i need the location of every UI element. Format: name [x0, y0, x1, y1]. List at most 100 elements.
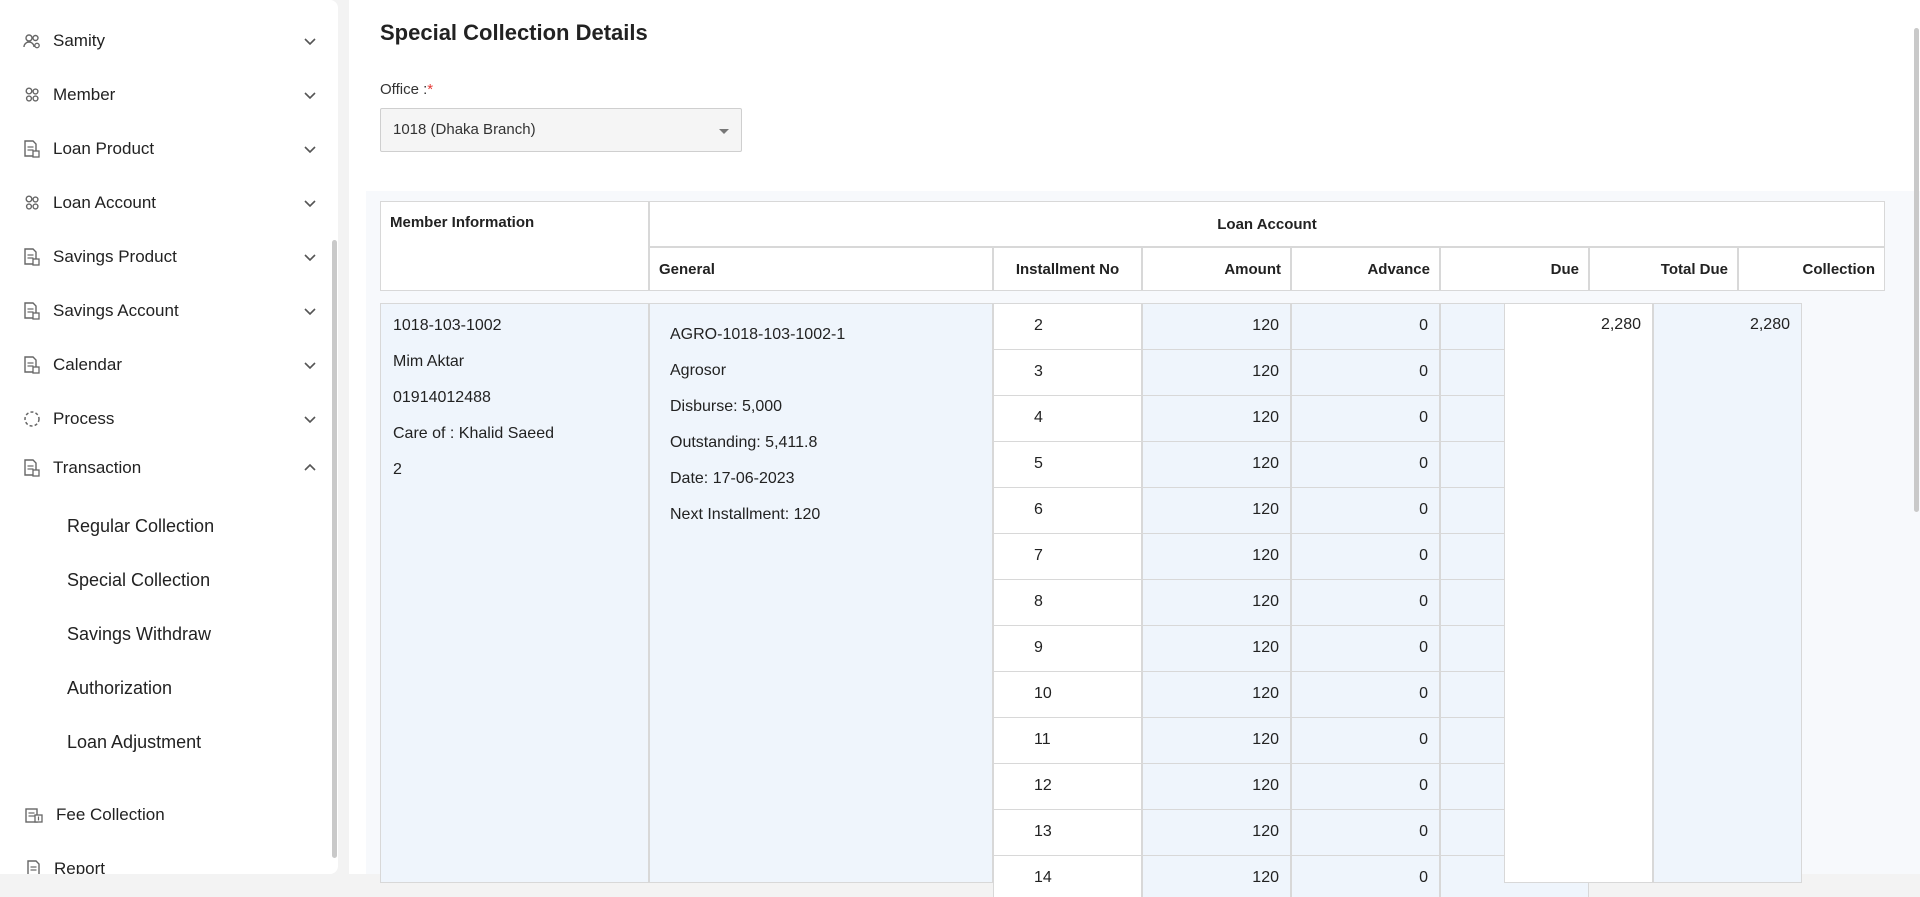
installment-amount-cell: 120	[1142, 809, 1291, 856]
installment-amount: 120	[1252, 363, 1279, 380]
circle-dashed-icon	[22, 409, 42, 429]
installment-no-cell: 13	[993, 809, 1142, 856]
sidebar-item-report[interactable]: Report	[0, 849, 330, 874]
sidebar-item-samity[interactable]: Samity	[0, 21, 330, 61]
installment-no: 13	[1034, 823, 1052, 840]
total-due-value: 2,280	[1600, 316, 1641, 333]
installment-advance-cell: 0	[1291, 717, 1440, 764]
installment-amount-cell: 120	[1142, 625, 1291, 672]
document-icon	[24, 859, 44, 874]
outstanding-amount: Outstanding: 5,411.8	[670, 434, 818, 451]
sidebar-item-process[interactable]: Process	[0, 399, 330, 439]
installment-amount: 120	[1252, 409, 1279, 426]
sidebar-item-label: Transaction	[53, 458, 142, 477]
installment-no: 14	[1034, 869, 1052, 886]
sidebar-item-label: Savings Product	[53, 247, 177, 266]
installment-no-cell: 11	[993, 717, 1142, 764]
sidebar-subitem-savings-withdraw[interactable]: Savings Withdraw	[67, 614, 211, 654]
member-info-cell: 1018-103-1002 Mim Aktar 01914012488 Care…	[380, 303, 649, 883]
installment-advance: 0	[1419, 593, 1428, 610]
installment-no-cell: 3	[993, 349, 1142, 396]
chevron-down-icon[interactable]	[302, 87, 318, 103]
loan-account-no: AGRO-1018-103-1002-1	[670, 326, 846, 343]
member-info-header: Member Information	[380, 201, 649, 291]
installment-no: 5	[1034, 455, 1043, 472]
office-select[interactable]: 1018 (Dhaka Branch)	[380, 108, 742, 152]
installment-advance: 0	[1419, 547, 1428, 564]
total-due-cell: 2,280	[1504, 303, 1653, 883]
member-phone: 01914012488	[393, 389, 491, 406]
installment-amount-cell: 120	[1142, 671, 1291, 718]
installment-no-cell: 10	[993, 671, 1142, 718]
installment-amount: 120	[1252, 639, 1279, 656]
installment-amount-cell: 120	[1142, 349, 1291, 396]
installment-no-cell: 5	[993, 441, 1142, 488]
chevron-down-icon[interactable]	[302, 411, 318, 427]
document-icon	[22, 458, 42, 478]
installment-no-cell: 14	[993, 855, 1142, 897]
sidebar-subitem-authorization[interactable]: Authorization	[67, 668, 172, 708]
sidebar-item-savings-account[interactable]: Savings Account	[0, 291, 330, 331]
installment-amount-cell: 120	[1142, 763, 1291, 810]
loan-product: Agrosor	[670, 362, 727, 379]
installment-amount: 120	[1252, 685, 1279, 702]
chevron-down-icon[interactable]	[302, 33, 318, 49]
fee-collection-icon	[24, 805, 44, 825]
installment-amount-cell: 120	[1142, 533, 1291, 580]
installment-amount: 120	[1252, 455, 1279, 472]
collection-value: 2,280	[1749, 316, 1790, 333]
sidebar-item-loan-product[interactable]: Loan Product	[0, 129, 330, 169]
chevron-down-icon[interactable]	[302, 357, 318, 373]
required-marker: *	[427, 81, 434, 98]
document-icon	[22, 247, 42, 267]
installment-advance-cell: 0	[1291, 441, 1440, 488]
general-cell: AGRO-1018-103-1002-1 Agrosor Disburse: 5…	[649, 303, 993, 883]
sidebar-item-member[interactable]: Member	[0, 75, 330, 115]
installment-no-cell: 6	[993, 487, 1142, 534]
installment-no-cell: 2	[993, 303, 1142, 350]
column-header-general: General	[649, 247, 993, 291]
installment-no-cell: 12	[993, 763, 1142, 810]
sidebar-scrollbar[interactable]	[332, 240, 337, 858]
sidebar-item-calendar[interactable]: Calendar	[0, 345, 330, 385]
installment-amount: 120	[1252, 823, 1279, 840]
installment-amount: 120	[1252, 317, 1279, 334]
chevron-down-icon[interactable]	[302, 141, 318, 157]
installment-no-cell: 7	[993, 533, 1142, 580]
installment-advance-cell: 0	[1291, 533, 1440, 580]
next-installment: Next Installment: 120	[670, 506, 821, 523]
office-label: Office :*	[380, 81, 434, 98]
installment-advance-cell: 0	[1291, 625, 1440, 672]
chevron-down-icon[interactable]	[302, 303, 318, 319]
users-cog-icon	[22, 31, 42, 51]
installment-amount: 120	[1252, 731, 1279, 748]
sidebar-item-fee-collection[interactable]: Fee Collection	[0, 795, 330, 835]
installment-amount: 120	[1252, 777, 1279, 794]
sidebar-item-label: Samity	[53, 31, 105, 50]
document-icon	[22, 355, 42, 375]
installment-amount: 120	[1252, 547, 1279, 564]
sidebar: Samity Member Loan Product Loan Account Savi…	[0, 0, 338, 874]
sidebar-item-transaction[interactable]: Transaction	[0, 448, 330, 488]
installment-advance: 0	[1419, 409, 1428, 426]
installment-amount: 120	[1252, 869, 1279, 886]
column-header-installment-no: Installment No	[993, 247, 1142, 291]
chevron-up-icon[interactable]	[302, 460, 318, 476]
loan-account-header: Loan Account	[649, 201, 1885, 247]
chevron-down-icon[interactable]	[302, 195, 318, 211]
installment-amount-cell: 120	[1142, 395, 1291, 442]
sidebar-item-loan-account[interactable]: Loan Account	[0, 183, 330, 223]
sidebar-item-label: Loan Account	[53, 193, 157, 212]
installment-no-cell: 4	[993, 395, 1142, 442]
sidebar-item-label: Calendar	[53, 355, 122, 374]
page-scrollbar[interactable]	[1914, 28, 1919, 512]
sidebar-subitem-loan-adjustment[interactable]: Loan Adjustment	[67, 722, 201, 762]
collection-cell: 2,280	[1653, 303, 1802, 883]
column-header-due: Due	[1440, 247, 1589, 291]
installment-advance-cell: 0	[1291, 809, 1440, 856]
sidebar-subitem-regular-collection[interactable]: Regular Collection	[67, 506, 214, 546]
sidebar-subitem-special-collection[interactable]: Special Collection	[67, 560, 210, 600]
chevron-down-icon[interactable]	[302, 249, 318, 265]
sidebar-item-savings-product[interactable]: Savings Product	[0, 237, 330, 277]
dropdown-arrow-icon	[719, 129, 729, 134]
